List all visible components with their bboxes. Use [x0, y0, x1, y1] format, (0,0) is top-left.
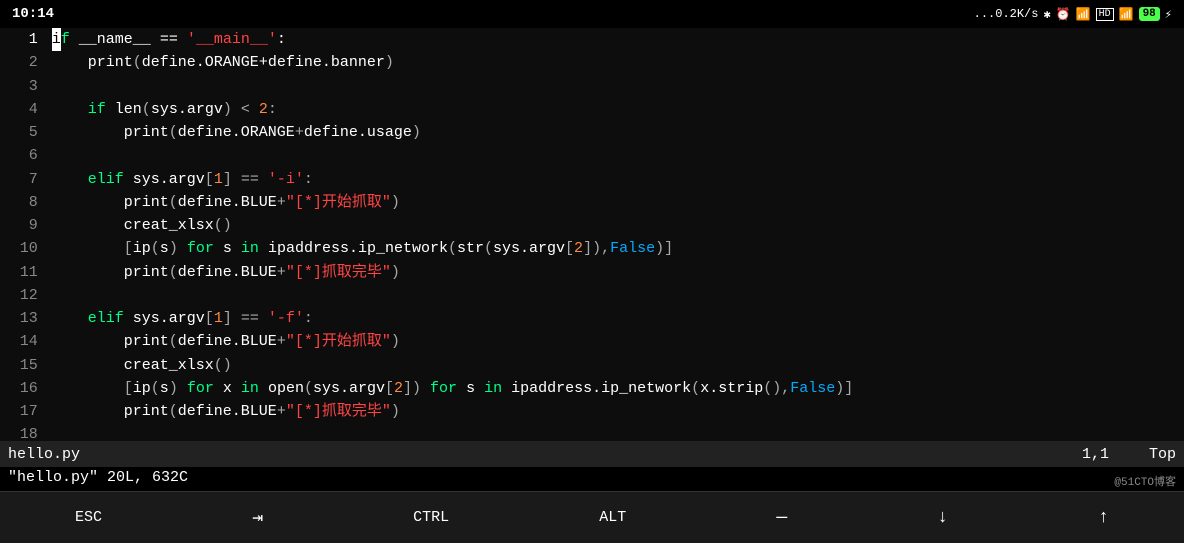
dash-button[interactable]: —	[760, 504, 803, 532]
vim-position-group: 1,1 Top	[1082, 446, 1176, 463]
table-row: 1 if __name__ == '__main__':	[0, 28, 1184, 51]
table-row: 5 print(define.ORANGE+define.usage)	[0, 121, 1184, 144]
vim-cursor-position: 1,1	[1082, 446, 1109, 463]
arrow-down-button[interactable]: ↓	[921, 504, 964, 532]
vim-scroll-position: Top	[1149, 446, 1176, 463]
network-speed: ...0.2K/s	[974, 7, 1039, 21]
charging-icon: ⚡	[1165, 7, 1172, 22]
line-number: 1	[0, 28, 48, 51]
esc-button[interactable]: ESC	[59, 505, 118, 530]
line-content: print(define.ORANGE+define.banner)	[48, 51, 1184, 74]
keyboard-toolbar: ESC ⇥ CTRL ALT — ↓ ↑	[0, 491, 1184, 543]
table-row: 4 if len(sys.argv) < 2:	[0, 98, 1184, 121]
table-row: 17 print(define.BLUE+"[*]抓取完毕")	[0, 400, 1184, 423]
ctrl-label: CTRL	[413, 509, 449, 526]
time-display: 10:14	[12, 6, 54, 22]
line-content: print(define.BLUE+"[*]抓取完毕")	[48, 400, 1184, 423]
dash-icon: —	[776, 508, 787, 528]
table-row: 12	[0, 284, 1184, 307]
hd-icon: HD	[1096, 8, 1114, 21]
line-content: print(define.BLUE+"[*]抓取完毕")	[48, 261, 1184, 284]
battery-indicator: 98	[1139, 7, 1160, 21]
line-content: elif sys.argv[1] == '-i':	[48, 168, 1184, 191]
line-content: creat_xlsx()	[48, 214, 1184, 237]
arrow-down-icon: ↓	[937, 508, 948, 528]
table-row: 7 elif sys.argv[1] == '-i':	[0, 168, 1184, 191]
line-content	[48, 144, 1184, 167]
wifi-icon: 📶	[1119, 7, 1134, 22]
tab-button[interactable]: ⇥	[236, 503, 279, 533]
line-number: 2	[0, 51, 48, 74]
vim-filename: hello.py	[8, 446, 80, 463]
line-number: 3	[0, 75, 48, 98]
line-content: elif sys.argv[1] == '-f':	[48, 307, 1184, 330]
arrow-up-icon: ↑	[1098, 508, 1109, 528]
tab-icon: ⇥	[252, 507, 263, 529]
table-row: 8 print(define.BLUE+"[*]开始抓取")	[0, 191, 1184, 214]
alt-button[interactable]: ALT	[583, 505, 642, 530]
line-content: [ip(s) for x in open(sys.argv[2]) for s …	[48, 377, 1184, 400]
code-table: 1 if __name__ == '__main__': 2 print(def…	[0, 28, 1184, 441]
vim-statusline: hello.py 1,1 Top	[0, 441, 1184, 467]
alt-label: ALT	[599, 509, 626, 526]
line-number: 16	[0, 377, 48, 400]
attribution-text: @51CTO博客	[1114, 473, 1176, 489]
line-content: print(define.BLUE+"[*]开始抓取")	[48, 330, 1184, 353]
clock-icon: ⏰	[1056, 7, 1071, 22]
line-content: [ip(s) for s in ipaddress.ip_network(str…	[48, 237, 1184, 260]
table-row: 6	[0, 144, 1184, 167]
line-number: 7	[0, 168, 48, 191]
line-number: 14	[0, 330, 48, 353]
line-number: 5	[0, 121, 48, 144]
line-content	[48, 75, 1184, 98]
table-row: 11 print(define.BLUE+"[*]抓取完毕")	[0, 261, 1184, 284]
line-content	[48, 284, 1184, 307]
line-number: 6	[0, 144, 48, 167]
line-content: print(define.ORANGE+define.usage)	[48, 121, 1184, 144]
line-content: if len(sys.argv) < 2:	[48, 98, 1184, 121]
table-row: 3	[0, 75, 1184, 98]
line-number: 18	[0, 423, 48, 441]
table-row: 10 [ip(s) for s in ipaddress.ip_network(…	[0, 237, 1184, 260]
line-content: if __name__ == '__main__':	[48, 28, 1184, 51]
signal-icon: 📶	[1076, 7, 1091, 22]
line-number: 17	[0, 400, 48, 423]
line-content	[48, 423, 1184, 441]
line-number: 15	[0, 354, 48, 377]
line-content: print(define.BLUE+"[*]开始抓取")	[48, 191, 1184, 214]
table-row: 16 [ip(s) for x in open(sys.argv[2]) for…	[0, 377, 1184, 400]
vim-message-text: "hello.py" 20L, 632C	[8, 469, 188, 486]
ctrl-button[interactable]: CTRL	[397, 505, 465, 530]
code-editor[interactable]: 1 if __name__ == '__main__': 2 print(def…	[0, 28, 1184, 441]
line-number: 9	[0, 214, 48, 237]
esc-label: ESC	[75, 509, 102, 526]
table-row: 14 print(define.BLUE+"[*]开始抓取")	[0, 330, 1184, 353]
arrow-up-button[interactable]: ↑	[1082, 504, 1125, 532]
line-number: 11	[0, 261, 48, 284]
bluetooth-icon: ✱	[1043, 7, 1050, 22]
line-number: 13	[0, 307, 48, 330]
table-row: 9 creat_xlsx()	[0, 214, 1184, 237]
table-row: 2 print(define.ORANGE+define.banner)	[0, 51, 1184, 74]
cursor: i	[52, 28, 61, 51]
line-number: 8	[0, 191, 48, 214]
table-row: 15 creat_xlsx()	[0, 354, 1184, 377]
line-number: 12	[0, 284, 48, 307]
vim-message-line: "hello.py" 20L, 632C	[0, 467, 1184, 491]
status-icons: ...0.2K/s ✱ ⏰ 📶 HD 📶 98 ⚡	[974, 7, 1172, 22]
table-row: 13 elif sys.argv[1] == '-f':	[0, 307, 1184, 330]
line-number: 10	[0, 237, 48, 260]
status-bar: 10:14 ...0.2K/s ✱ ⏰ 📶 HD 📶 98 ⚡	[0, 0, 1184, 28]
table-row: 18	[0, 423, 1184, 441]
line-number: 4	[0, 98, 48, 121]
line-content: creat_xlsx()	[48, 354, 1184, 377]
